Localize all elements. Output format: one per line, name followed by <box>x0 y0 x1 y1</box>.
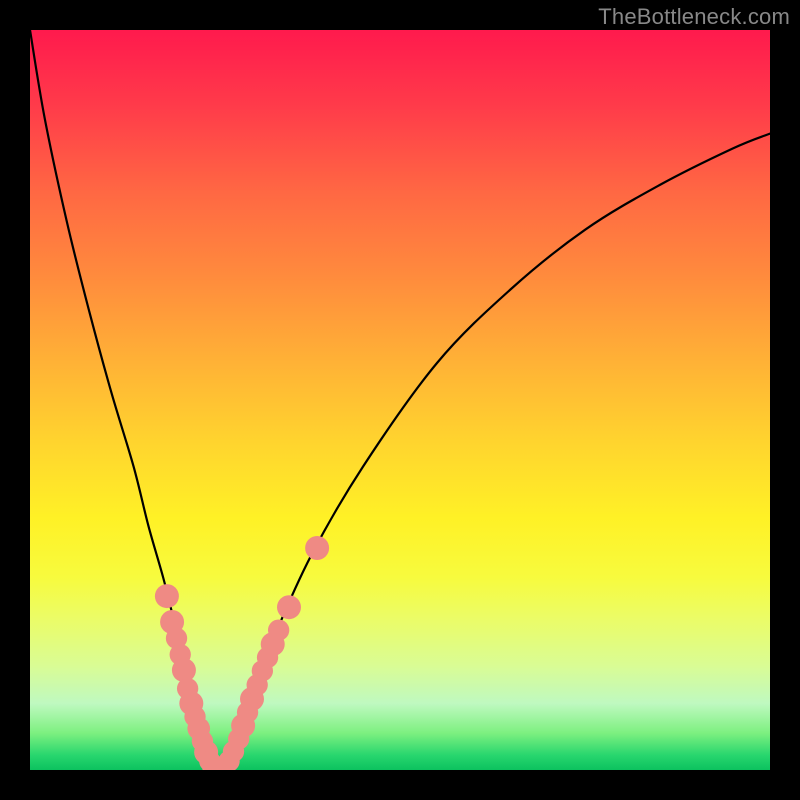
marker-point <box>268 619 289 640</box>
marker-point <box>277 595 301 619</box>
bottleneck-curve <box>30 30 770 770</box>
chart-stage: TheBottleneck.com <box>0 0 800 800</box>
marker-point <box>155 584 179 608</box>
plot-area <box>30 30 770 770</box>
marker-point <box>305 536 329 560</box>
marker-point <box>172 658 196 682</box>
chart-svg <box>30 30 770 770</box>
watermark-text: TheBottleneck.com <box>598 4 790 30</box>
